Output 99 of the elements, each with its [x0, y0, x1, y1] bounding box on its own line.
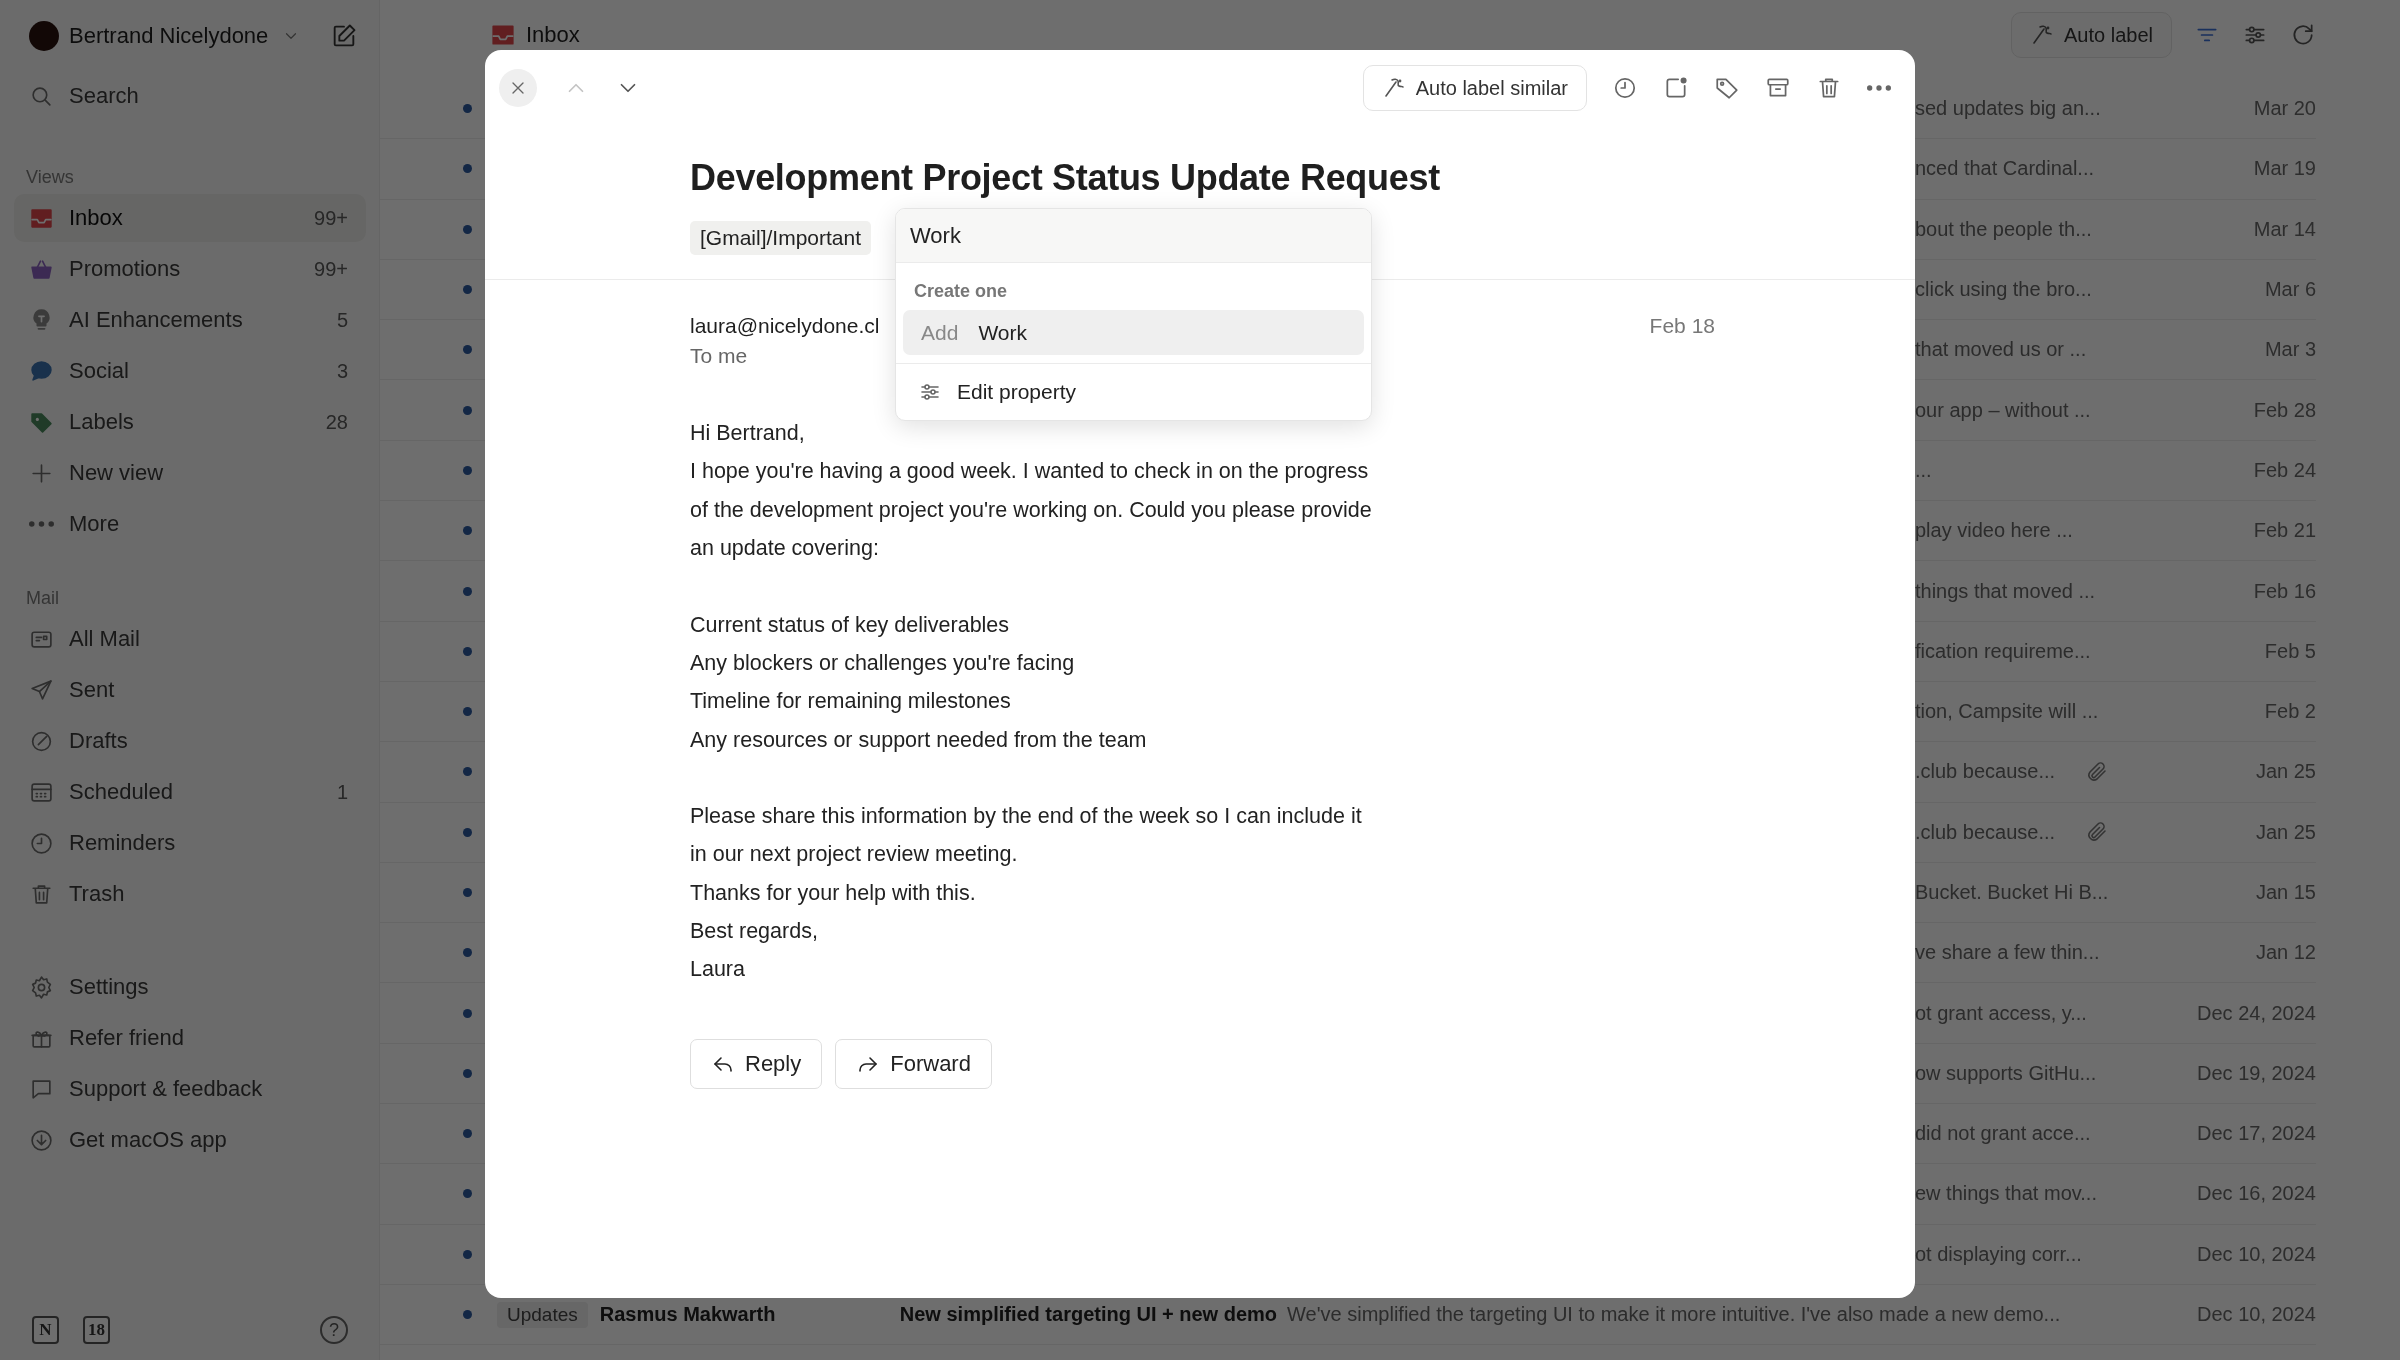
sidebar-item[interactable]: Settings	[14, 963, 366, 1011]
date: Jan 25	[2255, 760, 2316, 784]
sender: Rasmus Makwarth	[599, 1303, 777, 1327]
date: Feb 24	[2253, 458, 2316, 482]
date: Dec 16, 2024	[2197, 1182, 2316, 1206]
date: Mar 6	[2264, 278, 2316, 302]
reply-button[interactable]: Reply	[690, 1038, 823, 1089]
sidebar-item[interactable]: Sent	[14, 666, 366, 714]
date: Dec 10, 2024	[2197, 1242, 2316, 1266]
date: Mar 3	[2264, 338, 2316, 362]
snippet: .club because...	[1915, 760, 2056, 784]
snippet: ew things that mov...	[1915, 1182, 2097, 1206]
app-icon[interactable]: N	[32, 1316, 59, 1344]
inbox-icon	[490, 22, 516, 48]
snippet: ve share a few thin...	[1915, 941, 2100, 965]
date: Mar 19	[2253, 157, 2316, 181]
paper-plane-icon	[29, 677, 54, 703]
sidebar-item[interactable]: More	[14, 500, 366, 548]
date: Jan 25	[2255, 820, 2316, 844]
snippet: ot displaying corr...	[1915, 1242, 2082, 1266]
sidebar-item[interactable]: Support & feedback	[14, 1065, 366, 1113]
email-paragraph: Current status of key deliverables Any blockers or challenges you're facing Timeline for remaining milestones Any resources or support needed from the team	[690, 611, 1147, 754]
date: Feb 5	[2264, 639, 2316, 663]
speech-bubble-icon	[29, 358, 54, 384]
clock-icon[interactable]	[1612, 75, 1638, 101]
settings-icon	[29, 974, 54, 1000]
sidebar-item[interactable]: Promotions 99+	[14, 245, 366, 293]
snippet: nced that Cardinal...	[1915, 157, 2094, 181]
date: Jan 15	[2255, 881, 2316, 904]
date: Mar 14	[2253, 217, 2316, 241]
sidebar-item[interactable]: Trash	[14, 870, 366, 918]
edit-property-button[interactable]: Edit property	[896, 364, 1371, 420]
download-icon	[29, 1127, 54, 1153]
snippet: that moved us or ...	[1915, 338, 2087, 362]
help-icon[interactable]: ?	[320, 1316, 348, 1344]
sidebar-item[interactable]: Social 3	[14, 347, 366, 395]
auto-label-similar-button[interactable]: Auto label similar	[1362, 65, 1587, 111]
snippet: ow supports GitHu...	[1915, 1061, 2097, 1085]
sidebar-item[interactable]: Inbox 99+	[14, 194, 366, 242]
tag-icon[interactable]	[1714, 75, 1740, 101]
snippet: bout the people th...	[1915, 217, 2092, 241]
snippet: click using the bro...	[1915, 278, 2092, 302]
app-icon[interactable]: 18	[83, 1316, 110, 1344]
sidebar-item[interactable]: Drafts	[14, 717, 366, 765]
recipient: To me	[690, 344, 748, 369]
snippet: ...	[1915, 458, 1932, 482]
sidebar-item[interactable]: Scheduled 1	[14, 768, 366, 816]
avatar[interactable]	[29, 20, 59, 51]
close-button[interactable]	[499, 69, 537, 107]
clock-icon	[29, 830, 54, 856]
snippet: did not grant acce...	[1915, 1122, 2091, 1146]
date: Dec 19, 2024	[2197, 1061, 2316, 1085]
subject: New simplified targeting UI + new demo	[899, 1303, 1278, 1327]
date: Dec 10, 2024	[2197, 1303, 2316, 1327]
snippet: sed updates big an...	[1915, 97, 2101, 121]
email-subject: Development Project Status Update Request	[690, 156, 1441, 200]
sidebar-item[interactable]: Reminders	[14, 819, 366, 867]
page-title: Inbox	[526, 22, 580, 48]
sidebar-item[interactable]: AI Enhancements 5	[14, 296, 366, 344]
more-icon	[29, 521, 54, 527]
sender-address: laura@nicelydone.cl	[690, 314, 880, 339]
account-name[interactable]: Bertrand Nicelydone	[69, 22, 269, 49]
snippet: fication requireme...	[1915, 639, 2091, 663]
label-chip[interactable]: [Gmail]/Important	[690, 221, 872, 256]
snippet: our app – without ...	[1915, 398, 2091, 422]
category-tag: Updates	[497, 1301, 588, 1328]
auto-label-button[interactable]: Auto label	[2011, 12, 2172, 58]
date: Feb 21	[2253, 519, 2316, 543]
snippet: play video here ...	[1915, 519, 2073, 543]
more-icon[interactable]	[1867, 85, 1891, 91]
search-button[interactable]: Search	[14, 72, 366, 120]
email-paragraph: Hi Bertrand, I hope you're having a good week. I wanted to check in on the progress of the development project you're working on. Could you please provide an update covering:	[690, 420, 1372, 563]
date: Dec 24, 2024	[2197, 1001, 2316, 1025]
add-label-option[interactable]: Add Work	[903, 310, 1364, 355]
snippet: .club because...	[1915, 820, 2056, 844]
snippet: We've simplified the targeting UI to make it more intuitive. I've also made a new demo...	[1287, 1303, 2061, 1327]
date: Feb 28	[2253, 398, 2316, 422]
square-dot-icon[interactable]	[1663, 75, 1689, 101]
snippet: tion, Campsite will ...	[1915, 700, 2099, 724]
date: Feb 16	[2253, 579, 2316, 603]
date: Dec 17, 2024	[2197, 1122, 2316, 1146]
sidebar-item[interactable]: New view	[14, 449, 366, 497]
snippet: things that moved ...	[1915, 579, 2096, 603]
date: Mar 20	[2253, 97, 2316, 121]
sidebar-item[interactable]: Refer friend	[14, 1014, 366, 1062]
section-label: Create one	[913, 280, 1009, 303]
sidebar-item[interactable]: All Mail	[14, 615, 366, 663]
trash-icon[interactable]	[1816, 75, 1842, 101]
snippet: Bucket. Bucket Hi B...	[1915, 881, 2109, 904]
date: Jan 12	[2255, 941, 2316, 965]
date: Feb 2	[2264, 700, 2316, 724]
email-paragraph: Please share this information by the end of the week so I can include it in our next project review meeting. Thanks for your help with this. Best regards, Laura	[690, 803, 1362, 984]
email-date: Feb 18	[1649, 314, 1715, 339]
label-search-field[interactable]: Work	[896, 209, 1371, 263]
sidebar-item[interactable]: Labels 28	[14, 398, 366, 446]
forward-button[interactable]: Forward	[835, 1038, 992, 1089]
wand-icon	[2030, 23, 2055, 47]
snippet: ot grant access, y...	[1915, 1001, 2087, 1025]
sidebar-item[interactable]: Get macOS app	[14, 1116, 366, 1164]
